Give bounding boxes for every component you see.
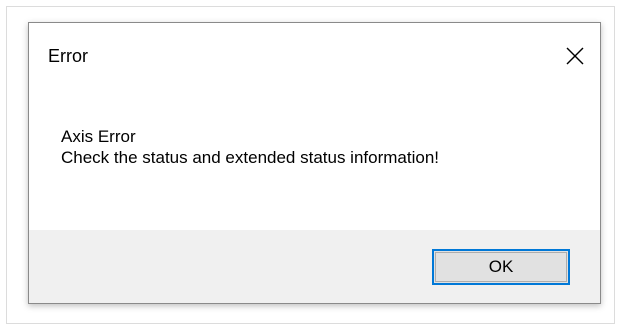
background-window-frame-top	[6, 6, 615, 7]
ok-button-label: OK	[488, 257, 514, 276]
close-icon	[566, 47, 584, 65]
error-dialog: Error Axis Error Check the status and ex…	[28, 22, 601, 304]
dialog-titlebar[interactable]: Error	[29, 23, 600, 83]
background-window-frame-right	[614, 6, 615, 324]
background-window-frame-bottom	[6, 323, 615, 324]
ok-button[interactable]: OK	[432, 249, 570, 285]
message-line-2: Check the status and extended status inf…	[61, 148, 440, 167]
close-button[interactable]	[550, 33, 600, 77]
background-window-frame-left	[6, 6, 7, 324]
dialog-title: Error	[48, 46, 88, 66]
dialog-message: Axis Error Check the status and extended…	[61, 126, 439, 168]
dialog-footer: OK	[29, 230, 600, 303]
message-line-1: Axis Error	[61, 127, 136, 146]
